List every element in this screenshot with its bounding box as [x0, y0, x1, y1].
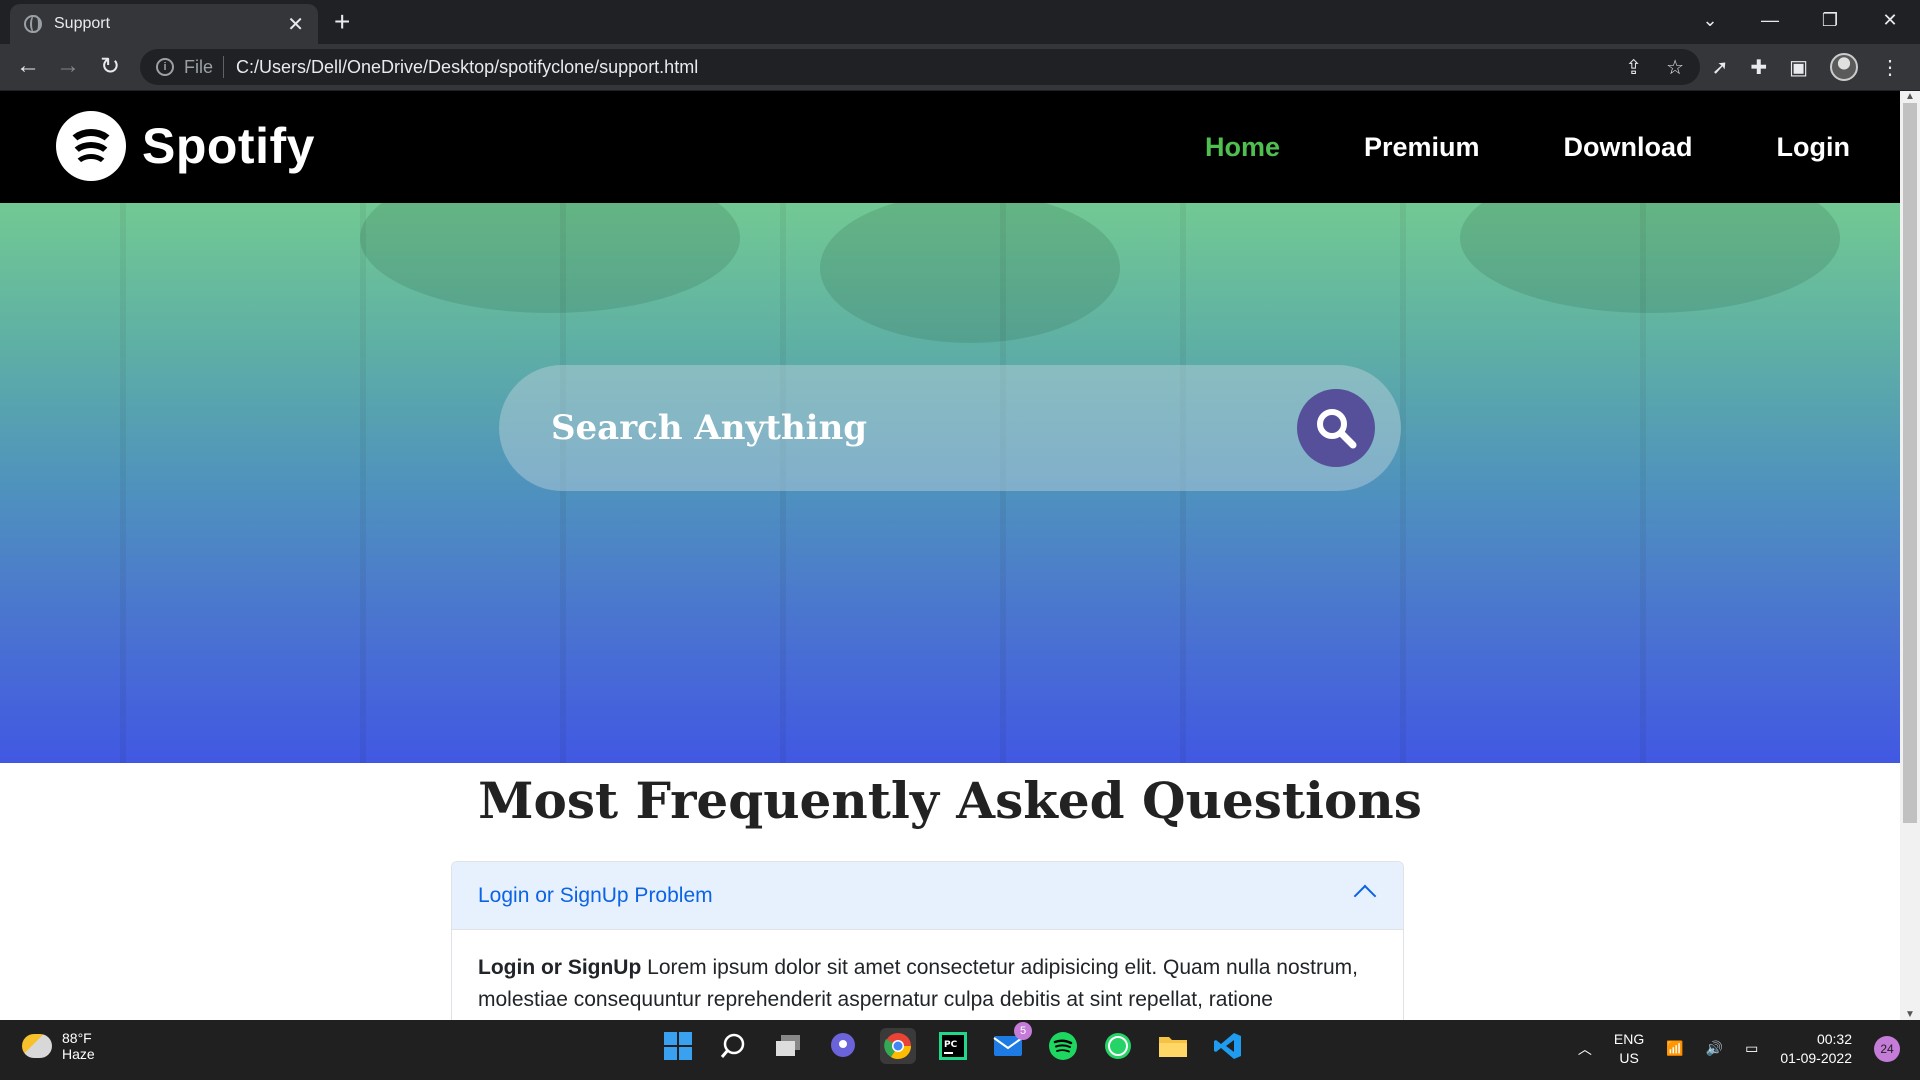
- weather-widget[interactable]: 88°F Haze: [22, 1030, 95, 1062]
- pycharm-icon[interactable]: PC: [935, 1028, 971, 1064]
- accordion-header-label: Login or SignUp Problem: [478, 883, 713, 907]
- chrome-icon[interactable]: [880, 1028, 916, 1064]
- hero-hand-shape: [360, 203, 740, 313]
- info-icon[interactable]: i: [156, 58, 174, 76]
- search-button[interactable]: [1297, 389, 1375, 467]
- clock-time: 00:32: [1816, 1031, 1852, 1047]
- wifi-icon[interactable]: 📶: [1666, 1040, 1683, 1057]
- minimize-button[interactable]: —: [1740, 10, 1800, 31]
- forward-arrow-icon[interactable]: →: [52, 52, 84, 80]
- weather-desc: Haze: [62, 1046, 95, 1062]
- language-indicator[interactable]: ENG US: [1614, 1030, 1644, 1068]
- faq-accordion: Login or SignUp Problem Login or SignUp …: [451, 861, 1404, 1020]
- tab-search-icon[interactable]: ⌄: [1680, 10, 1740, 31]
- region-code: US: [1619, 1049, 1639, 1066]
- search-icon[interactable]: [715, 1028, 751, 1064]
- spotify-taskbar-icon[interactable]: [1045, 1028, 1081, 1064]
- new-tab-button[interactable]: +: [334, 6, 350, 38]
- browser-toolbar: ← → ↻ i File C:/Users/Dell/OneDrive/Desk…: [0, 44, 1920, 91]
- nav-home[interactable]: Home: [1205, 132, 1280, 163]
- faq-heading: Most Frequently Asked Questions: [478, 771, 1422, 830]
- side-panel-icon[interactable]: ▣: [1789, 55, 1808, 80]
- extension-area: ➚ ✚ ▣ ⋮: [1712, 53, 1900, 81]
- reload-icon[interactable]: ↻: [94, 52, 126, 81]
- accordion-body-bold: Login or SignUp: [478, 956, 642, 979]
- tab-title: Support: [54, 15, 111, 32]
- tab-close-icon[interactable]: ✕: [287, 12, 304, 37]
- accordion-body: Login or SignUp Lorem ipsum dolor sit am…: [452, 930, 1403, 1020]
- hero-hand-shape: [820, 203, 1120, 343]
- nav-login[interactable]: Login: [1777, 132, 1850, 163]
- logo-text: Spotify: [142, 118, 315, 174]
- browser-tabbar: Support ✕ + ⌄ — ❐ ✕: [0, 0, 1920, 44]
- file-label: File: [184, 56, 214, 77]
- url-text[interactable]: C:/Users/Dell/OneDrive/Desktop/spotifycl…: [236, 57, 698, 78]
- teams-chat-icon[interactable]: [825, 1028, 861, 1064]
- bookmark-star-icon[interactable]: ☆: [1666, 55, 1684, 80]
- windows-taskbar: 88°F Haze PC 5 ︿ ENG US 📶 🔊 ▭ 00:32 01-0…: [0, 1020, 1920, 1080]
- page-scrollbar[interactable]: ▲ ▼: [1900, 91, 1920, 1020]
- restore-button[interactable]: ❐: [1800, 10, 1860, 31]
- mail-badge: 5: [1014, 1022, 1032, 1040]
- cursor-extension-icon[interactable]: ➚: [1712, 55, 1729, 80]
- windows-start-icon[interactable]: [660, 1028, 696, 1064]
- battery-icon[interactable]: ▭: [1745, 1040, 1758, 1057]
- mail-icon[interactable]: 5: [990, 1022, 1032, 1064]
- window-controls: ⌄ — ❐ ✕: [1680, 0, 1920, 40]
- hero-hand-shape: [1460, 203, 1840, 313]
- notification-badge[interactable]: 24: [1874, 1035, 1900, 1062]
- search-bar[interactable]: Search Anything: [499, 365, 1401, 491]
- vscode-icon[interactable]: [1210, 1028, 1246, 1064]
- volume-icon[interactable]: 🔊: [1706, 1040, 1723, 1057]
- chevron-up-icon[interactable]: ︿: [1578, 1039, 1592, 1059]
- address-bar[interactable]: i File C:/Users/Dell/OneDrive/Desktop/sp…: [140, 49, 1700, 85]
- nav-download[interactable]: Download: [1564, 132, 1693, 163]
- globe-icon: [24, 15, 42, 33]
- system-tray: ︿ ENG US 📶 🔊 ▭ 00:32 01-09-2022 24: [1578, 1030, 1900, 1068]
- divider: [223, 56, 225, 78]
- clock-date: 01-09-2022: [1780, 1049, 1852, 1066]
- chevron-up-icon: [1353, 884, 1377, 908]
- page-viewport: Spotify Home Premium Download Login Sear…: [0, 91, 1900, 1020]
- task-view-icon[interactable]: [770, 1028, 806, 1064]
- scroll-up-icon[interactable]: ▲: [1905, 91, 1915, 102]
- scrollbar-thumb[interactable]: [1903, 103, 1917, 823]
- spotify-logo[interactable]: Spotify: [56, 111, 315, 181]
- browser-tab[interactable]: Support ✕: [10, 4, 318, 44]
- weather-temp: 88°F: [62, 1030, 92, 1046]
- scroll-down-icon[interactable]: ▼: [1905, 1009, 1915, 1020]
- profile-avatar[interactable]: [1830, 53, 1858, 81]
- spotify-icon: [56, 111, 126, 181]
- whatsapp-icon[interactable]: [1100, 1028, 1136, 1064]
- puzzle-extensions-icon[interactable]: ✚: [1750, 55, 1767, 80]
- back-arrow-icon[interactable]: ←: [12, 52, 44, 80]
- accordion-header[interactable]: Login or SignUp Problem: [452, 862, 1403, 930]
- site-navbar: Spotify Home Premium Download Login: [0, 91, 1900, 203]
- share-icon[interactable]: ⇪: [1625, 55, 1642, 80]
- language-code: ENG: [1613, 1031, 1645, 1047]
- nav-premium[interactable]: Premium: [1364, 132, 1480, 163]
- close-window-button[interactable]: ✕: [1860, 10, 1920, 31]
- search-placeholder: Search Anything: [551, 408, 868, 448]
- weather-icon: [22, 1034, 52, 1058]
- svg-text:PC: PC: [944, 1040, 958, 1050]
- taskbar-apps: PC 5: [660, 1022, 1246, 1064]
- menu-kebab-icon[interactable]: ⋮: [1880, 55, 1900, 80]
- clock[interactable]: 00:32 01-09-2022: [1780, 1030, 1852, 1068]
- hero-banner: Search Anything: [0, 203, 1900, 763]
- search-icon: [1317, 409, 1357, 449]
- file-explorer-icon[interactable]: [1155, 1028, 1191, 1064]
- main-menu: Home Premium Download Login: [1205, 91, 1850, 203]
